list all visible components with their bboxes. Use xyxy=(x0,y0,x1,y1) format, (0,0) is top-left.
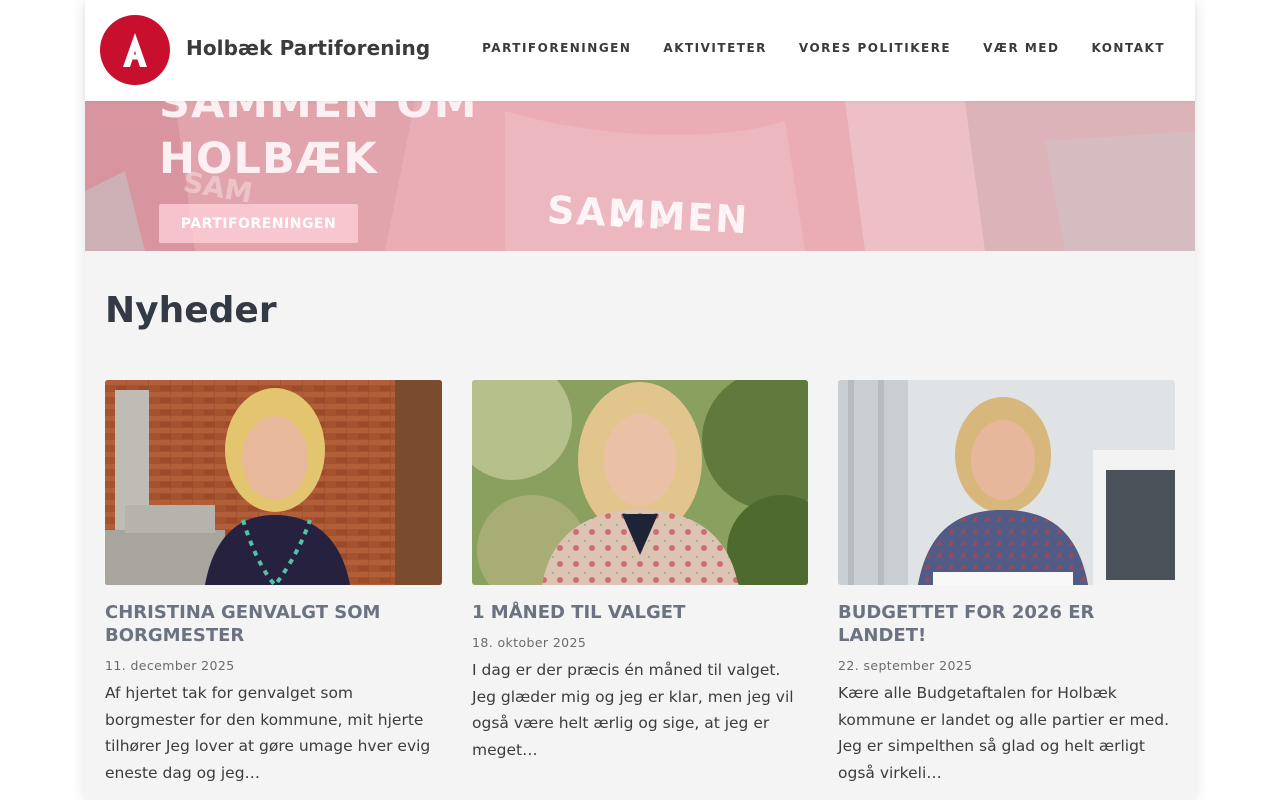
party-logo[interactable] xyxy=(100,15,170,85)
news-card-image[interactable] xyxy=(472,380,808,585)
nav-item-aktiviteter[interactable]: AKTIVITETER xyxy=(663,41,767,55)
hero-slider: SAM SAMMEN SAMMEN OM HOLBÆK PARTIFORENIN… xyxy=(85,101,1195,251)
nav-item-vaer-med[interactable]: VÆR MED xyxy=(983,41,1059,55)
site-title[interactable]: Holbæk Partiforening xyxy=(186,36,430,60)
hero-cta-button[interactable]: PARTIFORENINGEN xyxy=(159,204,358,243)
slider-dot-3[interactable] xyxy=(656,218,665,227)
news-card-excerpt: I dag er der præcis én måned til valget.… xyxy=(472,661,794,759)
news-card-excerpt: Kære alle Budgetaftalen for Holbæk kommu… xyxy=(838,684,1170,782)
news-section-title: Nyheder xyxy=(105,290,277,331)
slider-dot-2[interactable] xyxy=(635,218,644,227)
portrait-photo xyxy=(472,380,808,585)
news-card-excerpt: Af hjertet tak for genvalget som borgmes… xyxy=(105,684,431,782)
news-card-image[interactable] xyxy=(838,380,1175,585)
portrait-photo xyxy=(838,380,1175,585)
letter-a-logo-icon xyxy=(123,33,147,67)
news-card: 1 MÅNED TIL VALGET 18. oktober 2025 I da… xyxy=(472,380,808,763)
news-card-title[interactable]: 1 MÅNED TIL VALGET xyxy=(472,601,808,624)
news-card-title[interactable]: BUDGETTET FOR 2026 ER LANDET! xyxy=(838,601,1175,647)
news-card: CHRISTINA GENVALGT SOM BORGMESTER 11. de… xyxy=(105,380,442,786)
page-container: Holbæk Partiforening PARTIFORENINGEN AKT… xyxy=(85,0,1195,800)
news-card: BUDGETTET FOR 2026 ER LANDET! 22. septem… xyxy=(838,380,1175,786)
news-card-image[interactable] xyxy=(105,380,442,585)
slider-dots xyxy=(614,218,665,227)
news-card-date: 11. december 2025 xyxy=(105,658,235,673)
nav-item-kontakt[interactable]: KONTAKT xyxy=(1091,41,1165,55)
site-header: Holbæk Partiforening PARTIFORENINGEN AKT… xyxy=(85,0,1195,101)
news-card-title[interactable]: CHRISTINA GENVALGT SOM BORGMESTER xyxy=(105,601,442,647)
slider-dot-1[interactable] xyxy=(614,218,623,227)
hero-heading: SAMMEN OM HOLBÆK xyxy=(159,101,478,184)
news-card-date: 22. september 2025 xyxy=(838,658,973,673)
nav-item-vores-politikere[interactable]: VORES POLITIKERE xyxy=(799,41,951,55)
portrait-photo xyxy=(105,380,442,585)
main-nav: PARTIFORENINGEN AKTIVITETER VORES POLITI… xyxy=(482,41,1165,55)
news-card-date: 18. oktober 2025 xyxy=(472,635,587,650)
nav-item-partiforeningen[interactable]: PARTIFORENINGEN xyxy=(482,41,631,55)
